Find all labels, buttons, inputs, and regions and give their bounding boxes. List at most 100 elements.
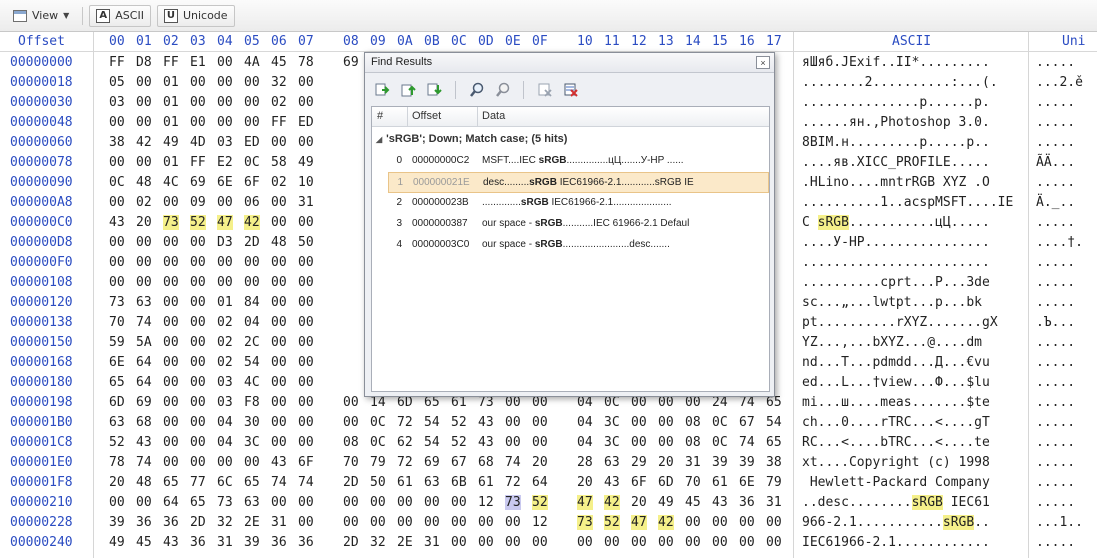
hex-byte[interactable]: 00 xyxy=(298,215,314,230)
result-row[interactable]: 3 0000000387 our space - sRGB...........IE… xyxy=(372,214,769,235)
hex-byte[interactable]: 73 xyxy=(478,395,494,410)
unicode-text[interactable]: ..... xyxy=(1036,375,1075,390)
hex-byte[interactable]: 65 xyxy=(766,395,782,410)
hex-byte[interactable]: 00 xyxy=(298,275,314,290)
hex-byte[interactable]: 84 xyxy=(244,295,260,310)
hex-byte[interactable]: 38 xyxy=(766,455,782,470)
hex-byte[interactable]: 00 xyxy=(451,535,467,550)
hex-byte[interactable]: 00 xyxy=(163,335,179,350)
ascii-text[interactable]: ........................ xyxy=(802,255,990,270)
hex-byte[interactable]: 36 xyxy=(136,515,152,530)
hex-byte[interactable]: 04 xyxy=(577,395,593,410)
hex-byte[interactable]: 78 xyxy=(109,455,125,470)
hex-byte[interactable]: 68 xyxy=(136,415,152,430)
hex-byte[interactable]: 24 xyxy=(712,395,728,410)
hex-byte[interactable]: 01 xyxy=(163,155,179,170)
hex-byte[interactable]: 38 xyxy=(109,135,125,150)
hex-byte[interactable]: 73 xyxy=(505,495,521,510)
view-menu-button[interactable]: View ▼ xyxy=(6,5,76,27)
hex-byte[interactable]: 04 xyxy=(217,435,233,450)
hex-byte[interactable]: 77 xyxy=(190,475,206,490)
unicode-text[interactable]: ...2.ě xyxy=(1036,75,1083,90)
hex-byte[interactable]: 54 xyxy=(244,355,260,370)
hex-byte[interactable]: 36 xyxy=(190,535,206,550)
hex-byte[interactable]: 2D xyxy=(244,235,260,250)
hex-byte[interactable]: 42 xyxy=(136,135,152,150)
ascii-text[interactable]: Hewlett-Packard Company xyxy=(802,475,990,490)
hex-byte[interactable]: 01 xyxy=(163,95,179,110)
hex-byte[interactable]: 65 xyxy=(424,395,440,410)
hex-byte[interactable]: 00 xyxy=(271,295,287,310)
unicode-text[interactable]: ..... xyxy=(1036,115,1075,130)
ascii-text[interactable]: ch...0....rTRC...<....gT xyxy=(802,415,990,430)
hex-byte[interactable]: 00 xyxy=(298,135,314,150)
unicode-text[interactable]: ....†. xyxy=(1036,235,1083,250)
hex-byte[interactable]: 00 xyxy=(712,535,728,550)
hex-byte[interactable]: 45 xyxy=(271,55,287,70)
hex-byte[interactable]: 31 xyxy=(685,455,701,470)
hex-byte[interactable]: 54 xyxy=(424,415,440,430)
hex-byte[interactable]: 45 xyxy=(685,495,701,510)
hex-byte[interactable]: 63 xyxy=(244,495,260,510)
unicode-text[interactable]: ÃÄ... xyxy=(1036,155,1075,170)
hex-byte[interactable]: 00 xyxy=(604,535,620,550)
hex-byte[interactable]: 65 xyxy=(766,435,782,450)
result-row[interactable]: 1 000000021E desc.........sRGB IEC61966-2.… xyxy=(388,172,769,193)
hex-byte[interactable]: 00 xyxy=(424,495,440,510)
hex-byte[interactable]: 00 xyxy=(685,515,701,530)
hex-byte[interactable]: 69 xyxy=(136,395,152,410)
hex-byte[interactable]: 00 xyxy=(217,255,233,270)
ascii-text[interactable]: IEC61966-2.1............ xyxy=(802,535,990,550)
hex-byte[interactable]: 00 xyxy=(163,375,179,390)
ascii-text[interactable]: ....яв.XICC_PROFILE..... xyxy=(802,155,990,170)
hex-byte[interactable]: 0C xyxy=(712,435,728,450)
ascii-text[interactable]: ........2..........:...(. xyxy=(802,75,998,90)
hex-byte[interactable]: 61 xyxy=(478,475,494,490)
ascii-text[interactable]: C sRGB...........цЦ..... xyxy=(802,215,990,230)
hex-byte[interactable]: 00 xyxy=(271,355,287,370)
hex-byte[interactable]: 54 xyxy=(424,435,440,450)
hex-byte[interactable]: 61 xyxy=(712,475,728,490)
ascii-text[interactable]: 8BIM.н.........p.....p.. xyxy=(802,135,990,150)
hex-byte[interactable]: 00 xyxy=(451,515,467,530)
hex-byte[interactable]: 00 xyxy=(271,215,287,230)
hex-byte[interactable]: 49 xyxy=(658,495,674,510)
hex-byte[interactable]: 65 xyxy=(190,495,206,510)
hex-byte[interactable]: 00 xyxy=(136,255,152,270)
hex-byte[interactable]: 43 xyxy=(163,535,179,550)
hex-byte[interactable]: 00 xyxy=(136,235,152,250)
hex-byte[interactable]: 00 xyxy=(109,235,125,250)
hex-byte[interactable]: 00 xyxy=(163,315,179,330)
ascii-text[interactable]: 966-2.1...........sRGB.. xyxy=(802,515,990,530)
hex-byte[interactable]: 00 xyxy=(478,535,494,550)
hex-byte[interactable]: 06 xyxy=(244,195,260,210)
hex-byte[interactable]: 00 xyxy=(631,435,647,450)
hex-byte[interactable]: 00 xyxy=(370,495,386,510)
hex-byte[interactable]: 00 xyxy=(244,115,260,130)
hex-byte[interactable]: 00 xyxy=(190,75,206,90)
hex-byte[interactable]: 31 xyxy=(298,195,314,210)
hex-byte[interactable]: 00 xyxy=(271,375,287,390)
hex-byte[interactable]: 69 xyxy=(190,175,206,190)
hex-byte[interactable]: 74 xyxy=(298,475,314,490)
ascii-text[interactable]: ..desc........sRGB IEC61 xyxy=(802,495,990,510)
hex-byte[interactable]: 5A xyxy=(136,335,152,350)
unicode-text[interactable]: ..... xyxy=(1036,295,1075,310)
hex-byte[interactable]: 43 xyxy=(136,435,152,450)
hex-byte[interactable]: 00 xyxy=(298,255,314,270)
hex-byte[interactable]: 03 xyxy=(217,375,233,390)
hex-byte[interactable]: 61 xyxy=(397,475,413,490)
col-data-header[interactable]: Data xyxy=(482,110,505,122)
hex-byte[interactable]: 70 xyxy=(343,455,359,470)
ascii-text[interactable]: YZ...,...bXYZ...@....dm xyxy=(802,335,982,350)
hex-byte[interactable]: 64 xyxy=(136,375,152,390)
hex-byte[interactable]: 00 xyxy=(685,395,701,410)
ascii-text[interactable]: яШяб.JExif..II*......... xyxy=(802,55,990,70)
hex-byte[interactable]: 00 xyxy=(190,115,206,130)
hex-byte[interactable]: 2C xyxy=(244,335,260,350)
hex-byte[interactable]: 64 xyxy=(532,475,548,490)
hex-byte[interactable]: 69 xyxy=(424,455,440,470)
hex-byte[interactable]: 08 xyxy=(685,435,701,450)
hex-byte[interactable]: 63 xyxy=(424,475,440,490)
hex-byte[interactable]: 42 xyxy=(604,495,620,510)
